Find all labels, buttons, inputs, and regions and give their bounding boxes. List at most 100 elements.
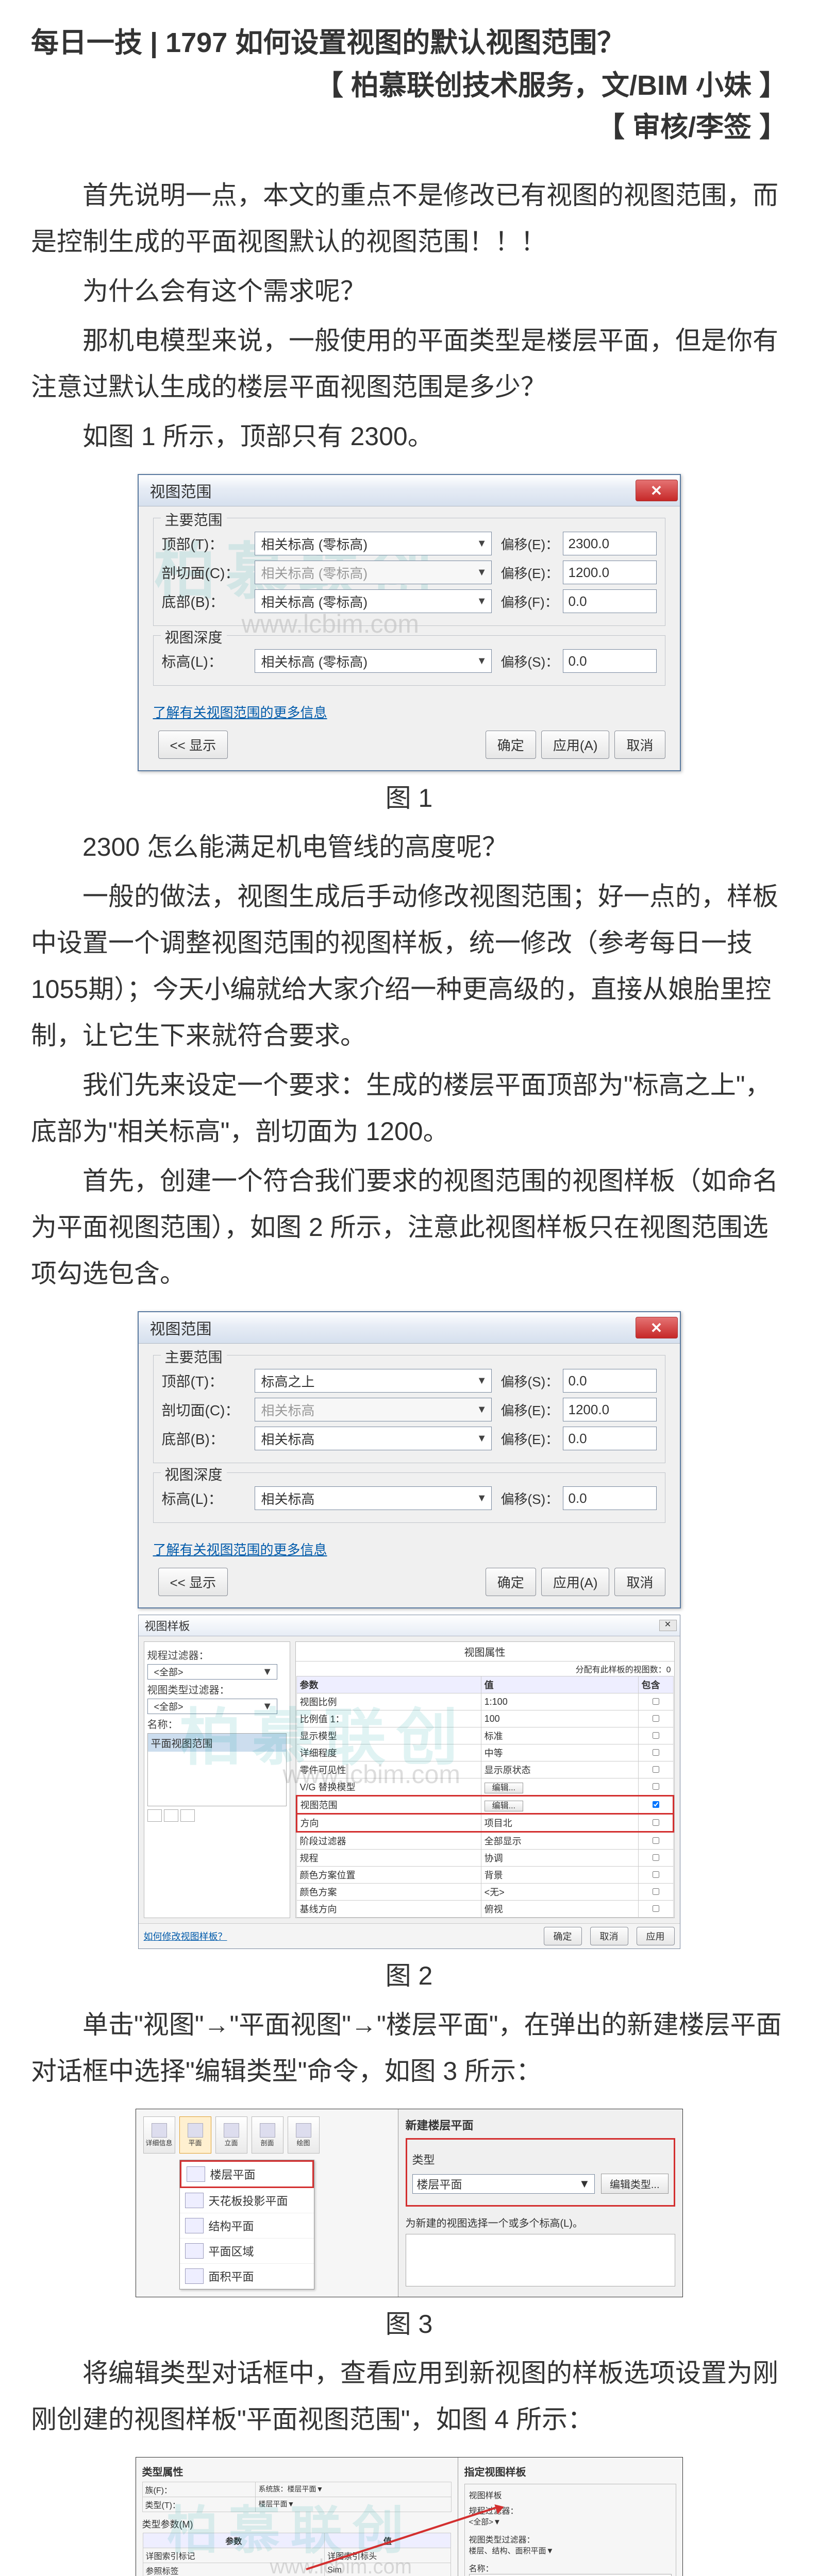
edit-button[interactable]: 编辑... <box>485 1801 523 1811</box>
offset-cut[interactable]: 1200.0 <box>563 561 657 584</box>
apply-button[interactable]: 应用(A) <box>541 1568 610 1596</box>
ribbon-button[interactable]: 详细信息 <box>143 2116 175 2154</box>
discipline-filter-combo[interactable]: <全部>▼ <box>469 2516 672 2530</box>
value-cell[interactable]: 标准 <box>481 1727 638 1744</box>
combo-level[interactable]: 相关标高▼ <box>255 1486 492 1510</box>
combo-top[interactable]: 标高之上▼ <box>255 1369 492 1393</box>
include-checkbox[interactable] <box>653 1715 659 1722</box>
include-checkbox[interactable] <box>653 1905 659 1912</box>
include-checkbox[interactable] <box>653 1854 659 1861</box>
figure-caption: 图 3 <box>31 2303 787 2341</box>
viewtype-filter-combo[interactable]: 楼层、结构、面积平面▼ <box>469 2545 672 2558</box>
help-link[interactable]: 了解有关视图范围的更多信息 <box>153 702 327 721</box>
label: 视图类型过滤器： <box>147 1682 287 1697</box>
level-listbox[interactable] <box>406 2234 675 2286</box>
combo-bottom[interactable]: 相关标高▼ <box>255 1427 492 1450</box>
value-cell[interactable]: 项目北 <box>481 1814 638 1832</box>
ribbon-button[interactable]: 立面 <box>215 2116 247 2154</box>
close-icon[interactable]: ✕ <box>636 480 678 501</box>
value-cell[interactable]: 编辑... <box>481 1796 638 1814</box>
ribbon-button[interactable]: 剖面 <box>252 2116 283 2154</box>
include-checkbox[interactable] <box>653 1871 659 1878</box>
cancel-button[interactable]: 取消 <box>614 1568 665 1596</box>
flyout-item[interactable]: 平面区域 <box>180 2239 314 2264</box>
offset-top[interactable]: 0.0 <box>563 1369 657 1393</box>
show-button[interactable]: << 显示 <box>158 731 228 759</box>
flyout-item[interactable]: 天花板投影平面 <box>180 2188 314 2213</box>
ok-button[interactable]: 确定 <box>486 1568 536 1596</box>
offset-level[interactable]: 0.0 <box>563 1486 657 1510</box>
combo-bottom[interactable]: 相关标高 (零标高)▼ <box>255 589 492 613</box>
type-combo[interactable]: 楼层平面▼ <box>412 2174 595 2194</box>
include-checkbox[interactable] <box>653 1837 659 1844</box>
chevron-down-icon: ▼ <box>477 655 487 667</box>
include-checkbox[interactable] <box>653 1732 659 1739</box>
value-cell[interactable]: 显示原状态 <box>481 1761 638 1778</box>
value-cell[interactable]: 100 <box>481 1710 638 1727</box>
cancel-button[interactable]: 取消 <box>614 731 665 759</box>
tool-icon[interactable] <box>164 1809 178 1822</box>
ribbon-button[interactable]: 平面 <box>179 2116 211 2154</box>
flyout-item[interactable]: 楼层平面 <box>180 2160 314 2188</box>
show-button[interactable]: << 显示 <box>158 1568 228 1596</box>
edit-button[interactable]: 编辑... <box>485 1783 523 1793</box>
value-cell[interactable]: <无> <box>481 1884 638 1901</box>
discipline-filter-combo[interactable]: <全部>▼ <box>147 1664 277 1680</box>
apply-button[interactable]: 应用 <box>637 1927 675 1945</box>
offset-cut[interactable]: 1200.0 <box>563 1398 657 1421</box>
edit-type-button[interactable]: 编辑类型... <box>601 2174 669 2194</box>
count-label: 分配有此样板的视图数：0 <box>296 1662 674 1676</box>
viewtype-filter-combo[interactable]: <全部>▼ <box>147 1699 277 1714</box>
paragraph: 首先说明一点，本文的重点不是修改已有视图的视图范围，而是控制生成的平面视图默认的… <box>31 172 787 265</box>
group-view-depth: 视图深度 <box>161 626 227 647</box>
value-cell[interactable]: Sim <box>325 2563 450 2576</box>
ribbon-button[interactable]: 绘图 <box>288 2116 320 2154</box>
include-checkbox[interactable] <box>653 1766 659 1773</box>
help-link[interactable]: 了解有关视图范围的更多信息 <box>153 1539 327 1558</box>
value-cell[interactable]: 中等 <box>481 1744 638 1761</box>
value-cell[interactable]: 协调 <box>481 1850 638 1867</box>
value-cell[interactable]: 编辑... <box>481 1778 638 1796</box>
offset-top[interactable]: 2300.0 <box>563 532 657 555</box>
offset-level[interactable]: 0.0 <box>563 649 657 673</box>
flyout-item[interactable]: 结构平面 <box>180 2213 314 2239</box>
chevron-down-icon: ▼ <box>477 1404 487 1416</box>
label-cut: 剖切面(C)： <box>162 1399 255 1420</box>
offset-bottom[interactable]: 0.0 <box>563 589 657 613</box>
value-cell[interactable]: 全部显示 <box>481 1832 638 1850</box>
include-checkbox[interactable] <box>653 1819 659 1826</box>
include-checkbox[interactable] <box>653 1783 659 1790</box>
value-cell[interactable]: 楼层平面▼ <box>256 2497 451 2512</box>
close-icon[interactable]: ✕ <box>659 1620 677 1631</box>
include-checkbox[interactable] <box>653 1698 659 1705</box>
value-cell[interactable]: 1:100 <box>481 1693 638 1710</box>
combo-level[interactable]: 相关标高 (零标高)▼ <box>255 649 492 673</box>
param-cell: 颜色方案位置 <box>296 1867 481 1884</box>
paragraph: 将编辑类型对话框中，查看应用到新视图的样板选项设置为刚刚创建的视图样板"平面视图… <box>31 2350 787 2443</box>
view-icon <box>152 2123 167 2138</box>
label-offset: 偏移(S)： <box>501 1489 563 1508</box>
include-checkbox[interactable] <box>653 1749 659 1756</box>
help-link[interactable]: 如何修改视图样板？ <box>144 1929 536 1943</box>
plan-icon <box>185 2193 204 2208</box>
paragraph: 为什么会有这个需求呢？ <box>31 268 787 314</box>
tool-icon[interactable] <box>180 1809 195 1822</box>
apply-button[interactable]: 应用(A) <box>541 731 610 759</box>
combo-top[interactable]: 相关标高 (零标高)▼ <box>255 532 492 555</box>
close-icon[interactable]: ✕ <box>636 1317 678 1338</box>
offset-bottom[interactable]: 0.0 <box>563 1427 657 1450</box>
include-checkbox[interactable] <box>653 1801 659 1808</box>
label: 规程过滤器： <box>147 1647 287 1662</box>
tool-icon[interactable] <box>147 1809 162 1822</box>
include-checkbox[interactable] <box>653 1888 659 1895</box>
view-icon <box>260 2123 275 2138</box>
value-cell[interactable]: 俯视 <box>481 1901 638 1918</box>
cancel-button[interactable]: 取消 <box>590 1927 628 1945</box>
template-list-item[interactable]: 平面视图范围 <box>148 1734 286 1752</box>
plan-icon <box>187 2166 205 2182</box>
ok-button[interactable]: 确定 <box>544 1927 582 1945</box>
ok-button[interactable]: 确定 <box>486 731 536 759</box>
value-cell[interactable]: 系统族：楼层平面▼ <box>256 2482 451 2497</box>
value-cell[interactable]: 背景 <box>481 1867 638 1884</box>
flyout-item[interactable]: 面积平面 <box>180 2264 314 2289</box>
